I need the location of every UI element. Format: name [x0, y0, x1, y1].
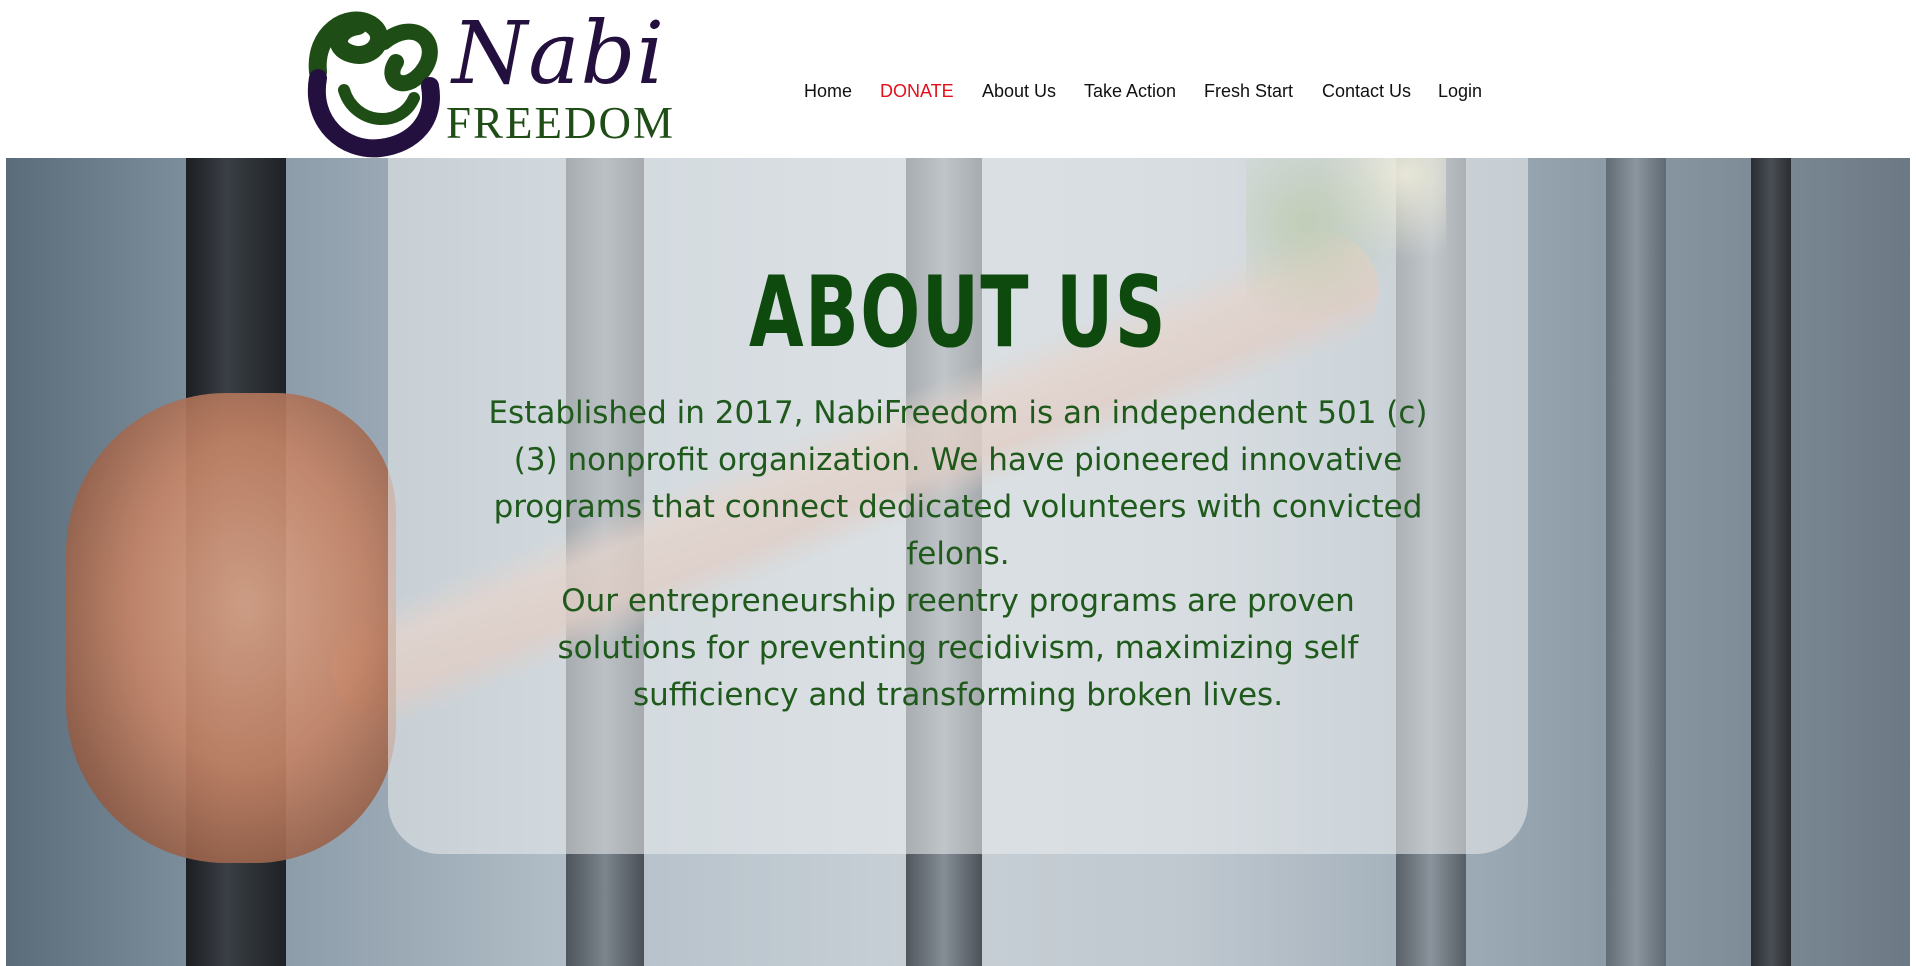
about-title: ABOUT US	[748, 256, 1168, 370]
hand-gripping-bar	[66, 393, 396, 863]
about-paragraph: Established in 2017, NabiFreedom is an i…	[488, 395, 1428, 572]
prison-bar	[1606, 158, 1666, 966]
nav-take-action[interactable]: Take Action	[1084, 78, 1176, 104]
nav-contact-us[interactable]: Contact Us	[1322, 78, 1411, 104]
about-paragraph: Our entrepreneurship reentry programs ar…	[557, 583, 1359, 713]
nav-about-us[interactable]: About Us	[982, 78, 1056, 104]
logo-wordmark: Nabi	[452, 4, 666, 104]
nav-login[interactable]: Login	[1438, 78, 1482, 104]
about-text: Established in 2017, NabiFreedom is an i…	[488, 390, 1428, 719]
logo-subtitle: FREEDOM	[446, 98, 676, 148]
site-logo[interactable]: Nabi FREEDOM	[304, 2, 673, 158]
prison-bar	[1751, 158, 1791, 966]
logo-emblem-icon	[307, 11, 440, 158]
nav-donate[interactable]: DONATE	[880, 78, 954, 104]
site-header: Nabi FREEDOM Home DONATE About Us Take A…	[0, 0, 1916, 158]
nav-home[interactable]: Home	[804, 78, 852, 104]
nav-fresh-start[interactable]: Fresh Start	[1204, 78, 1293, 104]
about-card: ABOUT US Established in 2017, NabiFreedo…	[388, 158, 1528, 854]
